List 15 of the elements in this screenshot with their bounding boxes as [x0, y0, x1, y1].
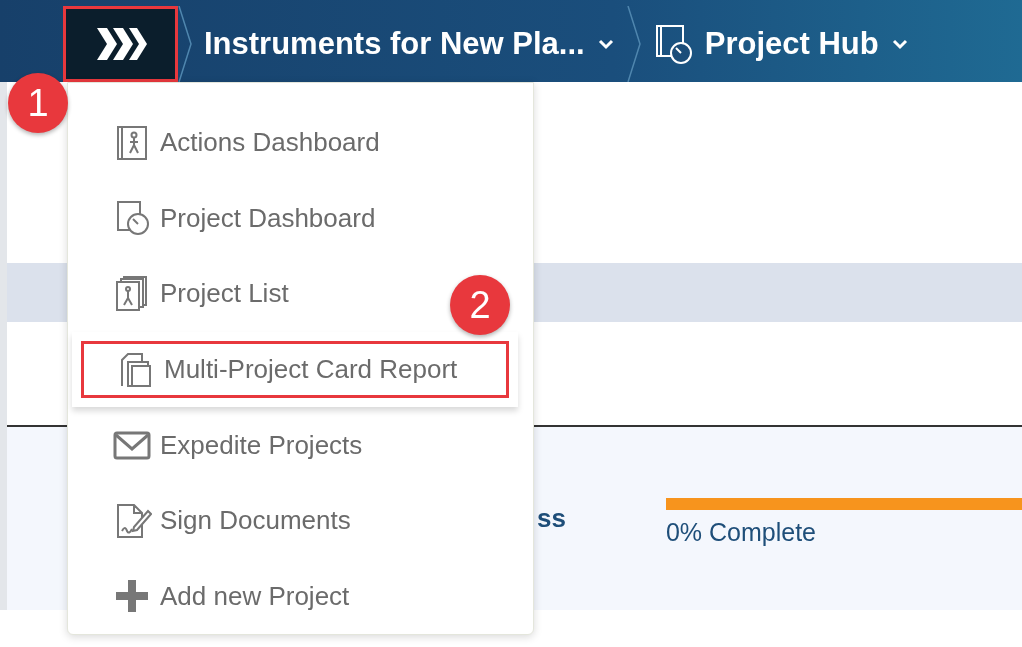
- step-badge: 1: [8, 73, 68, 133]
- separator-icon: [626, 6, 641, 82]
- menu-item[interactable]: Add new Project: [68, 558, 533, 635]
- menu-item[interactable]: Expedite Projects: [68, 407, 533, 483]
- breadcrumb-dropdown[interactable]: Project Hub: [640, 20, 921, 68]
- separator-icon: [178, 6, 192, 82]
- project-title: ss: [537, 502, 566, 535]
- chevron-down-icon: [596, 38, 615, 50]
- menu-item[interactable]: Sign Documents: [68, 482, 533, 559]
- logo-button[interactable]: [63, 6, 178, 82]
- progress-reading: 0% Complete: [665, 516, 817, 548]
- breadcrumb-dropdown[interactable]: Instruments for New Pla...: [192, 20, 627, 68]
- menu-item[interactable]: Project Dashboard: [68, 180, 533, 257]
- chevron-down-icon: [890, 38, 909, 50]
- menu-item[interactable]: Actions Dashboard: [68, 105, 533, 181]
